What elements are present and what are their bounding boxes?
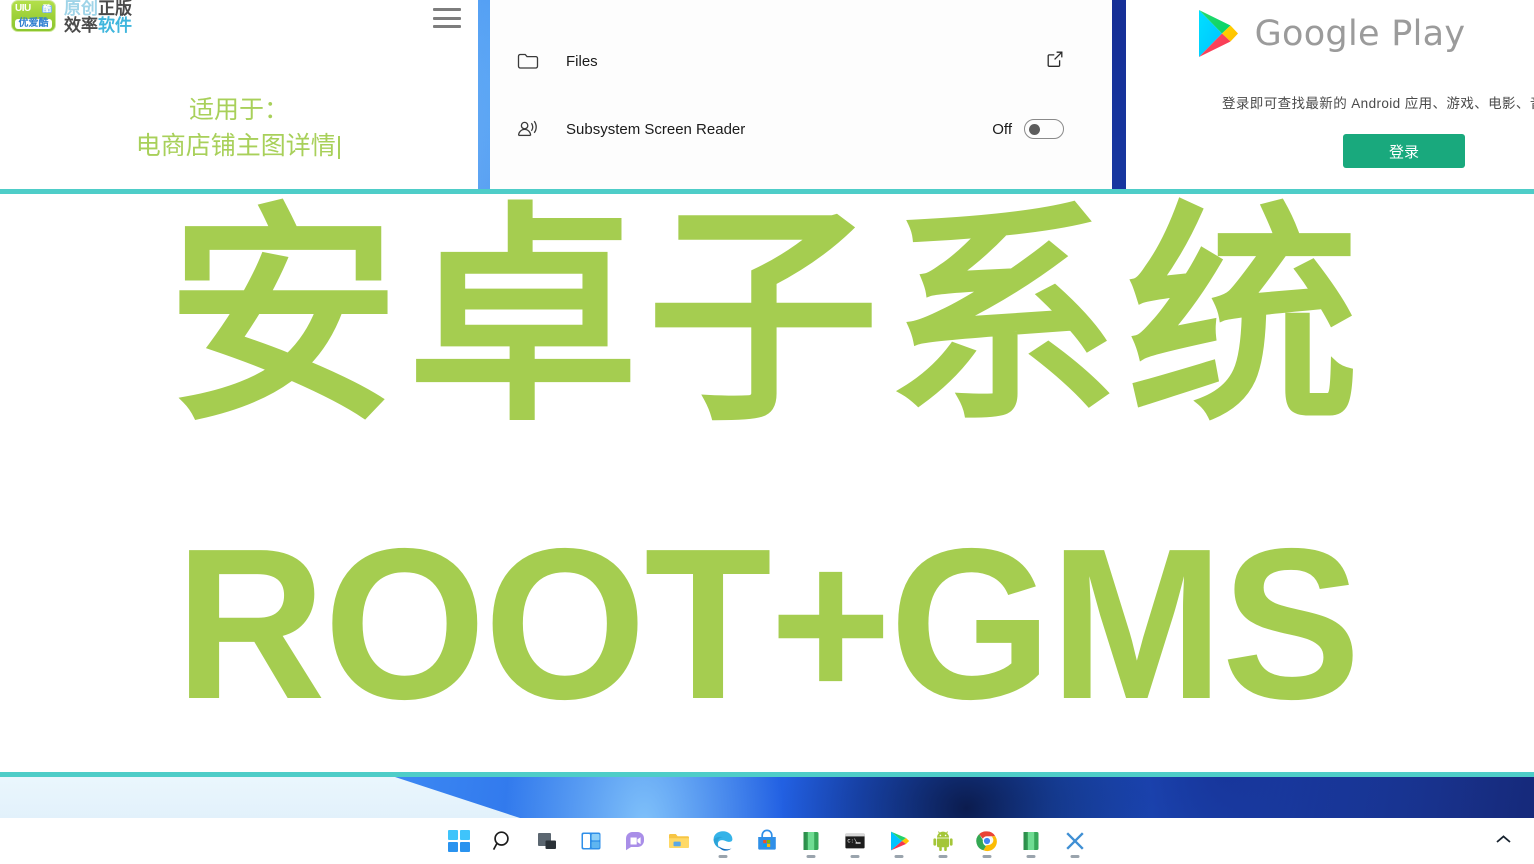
hamburger-menu-icon[interactable]	[433, 8, 461, 28]
taskbar-overflow-chevron-up-icon[interactable]	[1495, 830, 1512, 850]
windows-taskbar: C:\	[0, 818, 1534, 864]
google-play-logo: Google Play	[1126, 8, 1534, 60]
settings-label-files: Files	[566, 52, 598, 70]
brand-block: UIU 酷 优爱酷 原创正版 效率软件	[11, 0, 132, 35]
google-play-subtitle: 登录即可查找最新的 Android 应用、游戏、电影、音乐等	[1222, 96, 1534, 111]
taskbar-items: C:\	[0, 818, 1534, 864]
widgets-icon[interactable]	[576, 823, 606, 859]
open-external-icon[interactable]	[1046, 50, 1064, 73]
close-x-icon[interactable]	[1060, 823, 1090, 859]
brand-logo-icon: UIU 酷 优爱酷	[11, 0, 56, 32]
hero-title-en: ROOT+GMS	[175, 503, 1361, 744]
settings-row-files[interactable]: Files	[490, 33, 1112, 89]
android-icon[interactable]	[928, 823, 958, 859]
command-prompt-icon[interactable]: C:\	[840, 823, 870, 859]
promo-subtitle-line1: 适用于：	[188, 96, 289, 124]
edge-icon[interactable]	[708, 823, 738, 859]
screen-reader-icon	[490, 118, 566, 140]
promo-panel: UIU 酷 优爱酷 原创正版 效率软件 适用于： 电商店铺主图详情|	[0, 0, 478, 192]
screen-root: UIU 酷 优爱酷 原创正版 效率软件 适用于： 电商店铺主图详情| Files…	[0, 0, 1534, 864]
hero-canvas: 安卓子系统 ROOT+GMS	[0, 194, 1534, 772]
promo-subtitle-line2: 电商店铺主图详情|	[135, 132, 343, 161]
green-app-icon[interactable]	[796, 823, 826, 859]
google-play-signin-button[interactable]: 登录	[1343, 134, 1465, 168]
logo-bottom-text: 优爱酷	[15, 19, 52, 29]
task-view-icon[interactable]	[532, 823, 562, 859]
brand-tagline: 原创正版 效率软件	[64, 0, 132, 35]
brand-line2-a: 效率	[64, 16, 98, 36]
green-app2-icon[interactable]	[1016, 823, 1046, 859]
chrome-icon[interactable]	[972, 823, 1002, 859]
google-play-icon[interactable]	[884, 823, 914, 859]
screen-reader-toggle[interactable]	[1024, 119, 1064, 139]
search-icon[interactable]	[488, 823, 518, 859]
hero-title-cn: 安卓子系统	[166, 183, 1367, 453]
promo-subtitle: 适用于： 电商店铺主图详情|	[0, 92, 478, 165]
microsoft-store-icon[interactable]	[752, 823, 782, 859]
desktop-wallpaper-strip	[0, 777, 1534, 818]
top-band: UIU 酷 优爱酷 原创正版 效率软件 适用于： 电商店铺主图详情| Files…	[0, 0, 1534, 192]
wallpaper-sliver-right	[1112, 0, 1126, 192]
logo-u-text: UIU	[15, 3, 31, 14]
google-play-panel: Google Play 登录即可查找最新的 Android 应用、游戏、电影、音…	[1126, 0, 1534, 192]
logo-badge-text: 酷	[42, 4, 52, 13]
settings-label-screen-reader: Subsystem Screen Reader	[566, 120, 746, 138]
subsystem-settings-panel: Files Subsystem Screen Reader Off	[490, 0, 1112, 192]
wallpaper-sliver-left	[478, 0, 490, 192]
settings-row-screen-reader[interactable]: Subsystem Screen Reader Off	[490, 101, 1112, 157]
start-icon[interactable]	[444, 823, 474, 859]
folder-icon	[490, 51, 566, 71]
chat-icon[interactable]	[620, 823, 650, 859]
google-play-wordmark: Google Play	[1254, 14, 1466, 54]
brand-line2-b: 软件	[98, 16, 132, 36]
file-explorer-icon[interactable]	[664, 823, 694, 859]
screen-reader-value: Off	[992, 120, 1012, 138]
google-play-triangle-icon	[1195, 8, 1241, 60]
svg-text:C:\: C:\	[847, 839, 857, 845]
